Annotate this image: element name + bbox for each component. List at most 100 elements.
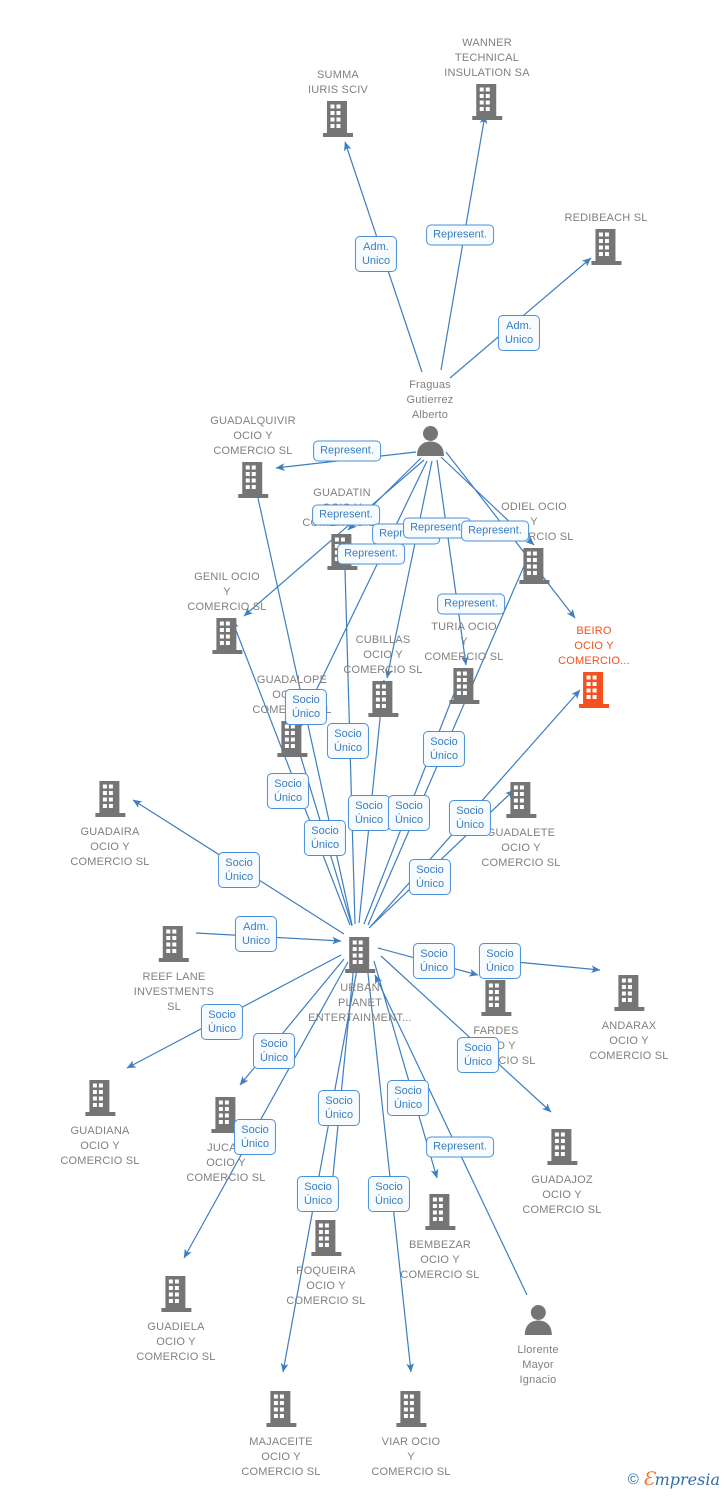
graph-node-beiro[interactable]: BEIRO OCIO Y COMERCIO...: [558, 624, 630, 715]
building-icon: [252, 719, 331, 764]
graph-node-guadiela[interactable]: GUADIELA OCIO Y COMERCIO SL: [136, 1274, 215, 1365]
graph-node-majaceite[interactable]: MAJACEITE OCIO Y COMERCIO SL: [241, 1389, 320, 1480]
edge-label[interactable]: Socio Único: [448, 800, 492, 836]
node-caption: VIAR OCIO Y COMERCIO SL: [371, 1436, 451, 1478]
edge-label[interactable]: Socio Único: [303, 820, 347, 856]
graph-node-guadiana[interactable]: GUADIANA OCIO Y COMERCIO SL: [60, 1078, 139, 1169]
node-caption: GUADAJOZ OCIO Y COMERCIO SL: [522, 1174, 602, 1216]
brand-initial: Ɛ: [642, 1468, 655, 1490]
diagram-canvas: SUMMA IURIS SCIV WANNER TECHNICAL INSULATION…: [0, 0, 728, 1500]
edge-label[interactable]: Socio Único: [252, 1033, 296, 1069]
building-icon: [558, 670, 630, 715]
edge-label[interactable]: Socio Único: [326, 723, 370, 759]
graph-node-cubillas[interactable]: CUBILLAS OCIO Y COMERCIO SL: [343, 633, 422, 724]
edge-label[interactable]: Socio Único: [412, 943, 456, 979]
graph-node-viar[interactable]: VIAR OCIO Y COMERCIO SL: [371, 1389, 450, 1480]
node-caption: GENIL OCIO Y COMERCIO SL: [187, 571, 267, 613]
edge-label[interactable]: Socio Único: [422, 731, 466, 767]
person-icon: [524, 1305, 552, 1335]
graph-node-odiel[interactable]: ODIEL OCIO Y COMERCIO SL: [494, 500, 573, 591]
node-caption: GUADIELA OCIO Y COMERCIO SL: [136, 1321, 216, 1363]
building-icon: [308, 935, 412, 980]
graph-node-genil[interactable]: GENIL OCIO Y COMERCIO SL: [187, 570, 266, 661]
watermark: © Ɛmpresia: [628, 1468, 720, 1490]
edge-label[interactable]: Socio Único: [317, 1090, 361, 1126]
node-caption: BEIRO OCIO Y COMERCIO...: [558, 625, 630, 667]
graph-node-urban[interactable]: URBAN PLANET ENTERTAINMENT...: [308, 935, 412, 1026]
graph-node-guadajoz[interactable]: GUADAJOZ OCIO Y COMERCIO SL: [522, 1127, 601, 1218]
building-icon: [343, 679, 422, 724]
building-icon: [212, 618, 242, 654]
building-icon: [70, 779, 149, 824]
edge-label[interactable]: Represent.: [461, 520, 529, 542]
node-caption: WANNER TECHNICAL INSULATION SA: [444, 37, 530, 79]
graph-node-fraguas[interactable]: Fraguas Gutierrez Alberto: [406, 378, 453, 463]
node-caption: GUADALETE OCIO Y COMERCIO SL: [481, 827, 561, 869]
edge-label[interactable]: Socio Único: [217, 852, 261, 888]
edge-label[interactable]: Represent.: [426, 1136, 494, 1158]
graph-node-reeflane[interactable]: REEF LANE INVESTMENTS SL: [134, 924, 214, 1015]
edge-label[interactable]: Adm. Unico: [234, 916, 278, 952]
edge-label[interactable]: Socio Único: [456, 1037, 500, 1073]
edge-label[interactable]: Socio Único: [296, 1176, 340, 1212]
person-icon: [406, 424, 453, 463]
graph-node-andarax[interactable]: ANDARAX OCIO Y COMERCIO SL: [589, 973, 668, 1064]
copyright-icon: ©: [627, 1470, 639, 1488]
edge-label[interactable]: Represent.: [337, 543, 405, 565]
edge-label[interactable]: Represent.: [437, 593, 505, 615]
building-icon: [95, 781, 125, 817]
edge-label[interactable]: Adm. Unico: [354, 236, 398, 272]
building-icon: [481, 980, 511, 1016]
building-icon: [589, 973, 668, 1018]
building-icon: [396, 1391, 426, 1427]
building-icon: [456, 978, 535, 1023]
graph-node-guadalete[interactable]: GUADALETE OCIO Y COMERCIO SL: [481, 780, 560, 871]
edge-label[interactable]: Socio Único: [266, 773, 310, 809]
edge-label[interactable]: Socio Único: [347, 795, 391, 831]
node-caption: GUADAIRA OCIO Y COMERCIO SL: [70, 826, 150, 868]
building-icon: [547, 1129, 577, 1165]
graph-node-wanner[interactable]: WANNER TECHNICAL INSULATION SA: [444, 36, 530, 127]
building-icon: [134, 924, 214, 969]
building-icon: [308, 99, 368, 144]
edge-label[interactable]: Socio Único: [367, 1176, 411, 1212]
building-icon: [159, 926, 189, 962]
graph-node-poqueira[interactable]: POQUEIRA OCIO Y COMERCIO SL: [286, 1218, 365, 1309]
edge-label[interactable]: Represent.: [313, 440, 381, 462]
node-caption: CUBILLAS OCIO Y COMERCIO SL: [343, 634, 423, 676]
building-icon: [425, 1194, 455, 1230]
edge-label[interactable]: Adm. Unico: [497, 315, 541, 351]
building-icon: [614, 975, 644, 1011]
graph-node-llorente[interactable]: Llorente Mayor Ignacio: [517, 1303, 558, 1388]
graph-node-turia[interactable]: TURIA OCIO Y COMERCIO SL: [424, 620, 503, 711]
building-icon: [60, 1078, 139, 1123]
edge-label[interactable]: Socio Único: [408, 859, 452, 895]
person-icon: [517, 1303, 558, 1342]
graph-node-guadaira[interactable]: GUADAIRA OCIO Y COMERCIO SL: [70, 779, 149, 870]
edge-label[interactable]: Socio Único: [478, 943, 522, 979]
edge-label[interactable]: Represent.: [426, 224, 494, 246]
edge-label[interactable]: Socio Único: [387, 795, 431, 831]
edge-label[interactable]: Socio Único: [386, 1080, 430, 1116]
building-icon: [519, 548, 549, 584]
graph-node-summa[interactable]: SUMMA IURIS SCIV: [308, 68, 368, 144]
node-caption: SUMMA IURIS SCIV: [307, 69, 369, 96]
building-icon: [506, 782, 536, 818]
graph-node-guadalquivir[interactable]: GUADALQUIVIR OCIO Y COMERCIO SL: [210, 414, 296, 505]
building-icon: [522, 1127, 601, 1172]
building-icon: [161, 1276, 191, 1312]
edge-label[interactable]: Socio Único: [200, 1004, 244, 1040]
node-caption: REDIBEACH SL: [564, 212, 648, 224]
building-icon: [286, 1218, 365, 1263]
building-icon: [444, 82, 530, 127]
edge-label[interactable]: Represent.: [312, 504, 380, 526]
edge-label[interactable]: Socio Único: [233, 1119, 277, 1155]
edge-label[interactable]: Socio Único: [284, 689, 328, 725]
graph-node-bembezar[interactable]: BEMBEZAR OCIO Y COMERCIO SL: [400, 1192, 479, 1283]
building-icon: [238, 462, 268, 498]
building-icon: [494, 546, 573, 591]
person-icon: [416, 426, 444, 456]
graph-node-redibeach[interactable]: REDIBEACH SL: [564, 211, 647, 272]
node-caption: ANDARAX OCIO Y COMERCIO SL: [589, 1020, 669, 1062]
node-caption: TURIA OCIO Y COMERCIO SL: [424, 621, 504, 663]
